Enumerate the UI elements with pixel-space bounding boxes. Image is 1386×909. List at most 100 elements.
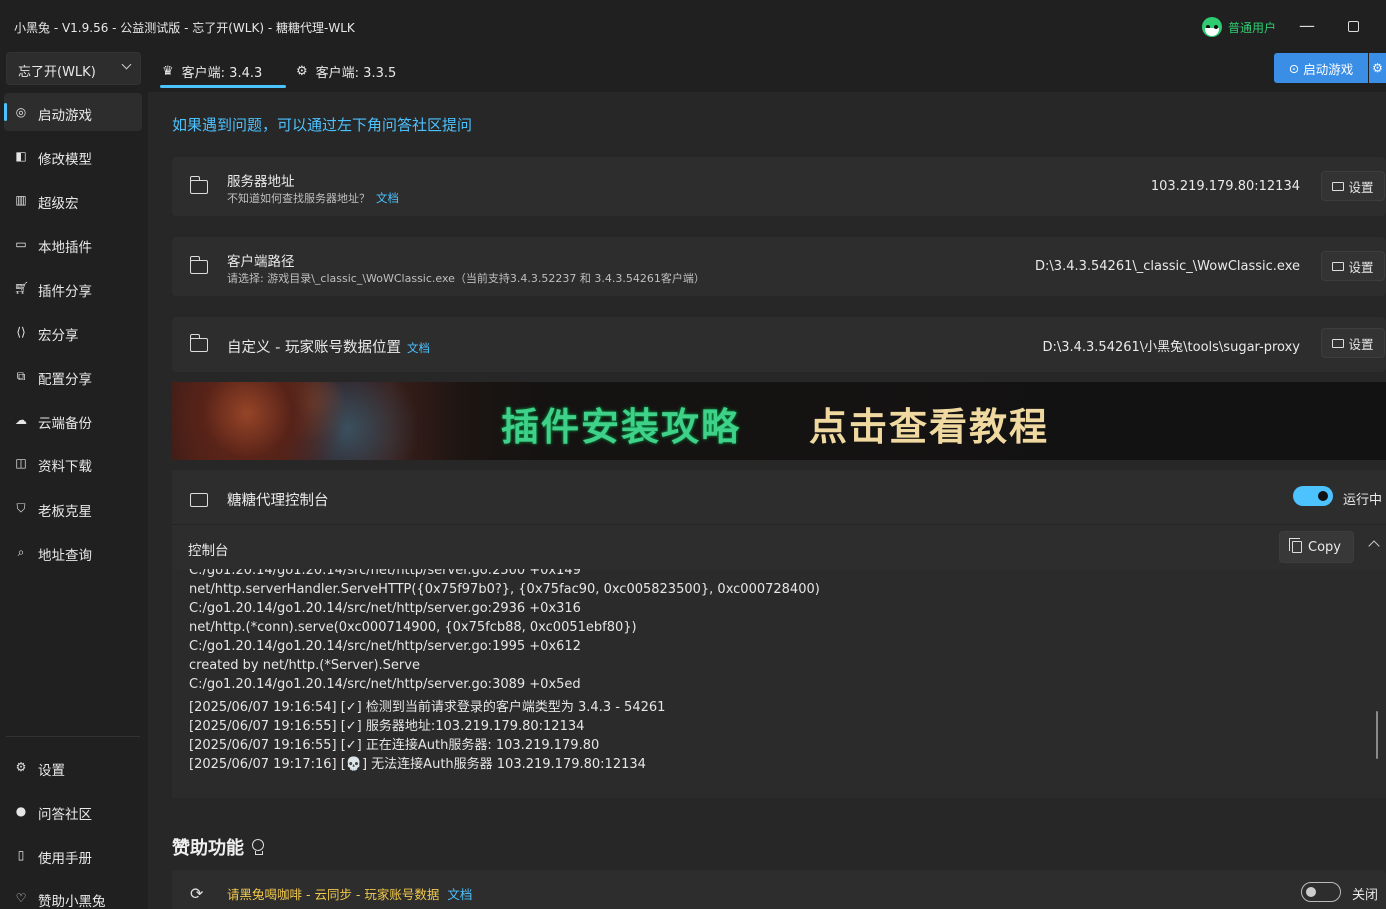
sidebar-item-label: 地址查询: [38, 548, 92, 564]
account-data-value: D:\3.4.3.54261\小黑兔\tools\sugar-proxy: [1042, 340, 1300, 355]
lightbulb-icon: [252, 839, 264, 855]
gear-icon: ⚙: [15, 760, 27, 774]
sidebar-item-label: 赞助小黑兔: [38, 894, 106, 909]
proxy-status: 运行中: [1343, 493, 1383, 508]
sidebar: 忘了开(WLK) ◎ 启动游戏 ◧ 修改模型 ▥ 超级宏 ▭ 本地插件 🛒︎ 插…: [0, 52, 148, 909]
sidebar-item-label: 本地插件: [38, 240, 92, 256]
active-tab-indicator: [160, 85, 286, 88]
search-icon: ⌕: [17, 545, 25, 559]
log-line: net/http.serverHandler.ServeHTTP({0x75f9…: [189, 582, 820, 597]
sidebar-item-boss-key[interactable]: ⛉ 老板克星: [4, 489, 142, 527]
sidebar-item-label: 云端备份: [38, 416, 92, 432]
console-scrollbar[interactable]: [1376, 711, 1378, 759]
sidebar-divider: [6, 736, 140, 737]
console-bar: 控制台 Copy: [172, 525, 1386, 569]
console-log[interactable]: C:/go1.20.14/go1.20.14/src/net/http/serv…: [172, 569, 1386, 798]
folder-icon: [190, 493, 208, 507]
account-data-card: 自定义 - 玩家账号数据位置 文档 D:\3.4.3.54261\小黑兔\tool…: [172, 317, 1386, 372]
start-options-button[interactable]: ⚙: [1369, 53, 1386, 83]
maximize-button[interactable]: [1341, 14, 1365, 38]
client-path-settings-button[interactable]: 设置: [1321, 251, 1385, 281]
folder-icon: [1332, 338, 1345, 348]
sidebar-item-config-share[interactable]: ⧉ 配置分享: [4, 357, 142, 395]
sidebar-item-addon-share[interactable]: 🛒︎ 插件分享: [4, 269, 142, 307]
sidebar-item-donate[interactable]: ♡ 赞助小黑兔: [4, 879, 142, 909]
user-label: 普通用户: [1228, 20, 1277, 35]
settings-label: 设置: [1348, 179, 1374, 195]
sidebar-item-label: 配置分享: [38, 372, 92, 388]
client-path-value: D:\3.4.3.54261\_classic_\WowClassic.exe: [1035, 259, 1300, 274]
title-bar: 小黑兔 - V1.9.56 - 公益测试版 - 忘了开(WLK) - 糖糖代理-…: [0, 0, 1386, 52]
sponsor-title-text: 赞助功能: [172, 838, 244, 859]
sidebar-item-downloads[interactable]: ◫ 资料下载: [4, 444, 142, 482]
sidebar-item-settings[interactable]: ⚙ 设置: [4, 748, 142, 786]
cart-icon: 🛒︎: [14, 281, 30, 295]
folder-icon: [189, 334, 208, 352]
server-address-card: 服务器地址 不知道如何查找服务器地址？ 文档 103.219.179.80:121…: [172, 157, 1386, 216]
sidebar-item-macro-share[interactable]: ⟨⟩ 宏分享: [4, 313, 142, 351]
tab-client-335[interactable]: ⚙ 客户端: 3.3.5: [296, 62, 396, 81]
log-line: [2025/06/07 19:16:55] [✓] 正在连接Auth服务器: 1…: [189, 738, 600, 753]
model-icon: ◧: [15, 149, 27, 163]
folder-icon: [1332, 181, 1345, 191]
server-doc-link[interactable]: 文档: [376, 191, 399, 205]
sidebar-item-super-macro[interactable]: ▥ 超级宏: [4, 181, 142, 219]
maximize-icon: [1347, 21, 1359, 32]
folder-icon: ▭: [15, 237, 27, 251]
account-data-doc-link[interactable]: 文档: [407, 341, 430, 355]
log-line: net/http.(*conn).serve(0xc000714900, {0x…: [189, 620, 637, 635]
sidebar-item-local-addons[interactable]: ▭ 本地插件: [4, 225, 142, 263]
client-path-title: 客户端路径: [227, 254, 295, 270]
gear-icon: ⚙: [296, 64, 308, 79]
sidebar-item-community[interactable]: ● 问答社区: [4, 792, 142, 830]
copy-label: Copy: [1308, 539, 1341, 555]
log-line: [2025/06/07 19:17:16] [💀] 无法连接Auth服务器 10…: [189, 757, 646, 772]
banner-right-text: 点击查看教程: [809, 405, 1050, 449]
client-path-card: 客户端路径 请选择: 游戏目录\_classic_\WoWClassic.exe…: [172, 237, 1386, 296]
minimize-button[interactable]: —: [1295, 14, 1319, 38]
settings-label: 设置: [1348, 259, 1374, 275]
sidebar-item-label: 设置: [38, 763, 65, 779]
sidebar-item-modify-model[interactable]: ◧ 修改模型: [4, 137, 142, 175]
launch-icon: ⊙: [1288, 60, 1300, 76]
cloud-sync-toggle[interactable]: [1301, 882, 1341, 902]
tab-client-343[interactable]: ♛ 客户端: 3.4.3: [162, 62, 262, 81]
start-game-button[interactable]: ⊙ 启动游戏: [1274, 53, 1368, 83]
copy-button[interactable]: Copy: [1279, 531, 1354, 563]
chevron-up-icon[interactable]: [1368, 540, 1380, 552]
tutorial-banner[interactable]: 插件安装攻略 点击查看教程: [172, 382, 1386, 460]
server-dropdown[interactable]: 忘了开(WLK): [6, 52, 141, 85]
log-line: C:/go1.20.14/go1.20.14/src/net/http/serv…: [189, 569, 581, 578]
sidebar-item-label: 老板克星: [38, 504, 92, 520]
server-address-title: 服务器地址: [227, 174, 295, 190]
banner-artwork: [172, 382, 422, 460]
user-badge[interactable]: 普通用户: [1202, 17, 1276, 37]
server-address-subtitle: 不知道如何查找服务器地址？ 文档: [227, 191, 399, 205]
account-data-settings-button[interactable]: 设置: [1321, 328, 1385, 358]
sidebar-item-label: 问答社区: [38, 807, 92, 823]
server-address-value: 103.219.179.80:12134: [1150, 179, 1300, 194]
server-dropdown-value: 忘了开(WLK): [18, 65, 96, 80]
server-settings-button[interactable]: 设置: [1321, 171, 1385, 201]
chevron-down-icon: [121, 59, 132, 70]
log-line: created by net/http.(*Server).Serve: [189, 658, 420, 673]
sponsor-doc-link[interactable]: 文档: [447, 887, 472, 902]
client-tabs: ♛ 客户端: 3.4.3 ⚙ 客户端: 3.3.5 ⊙ 启动游戏 ⚙: [148, 52, 1386, 92]
link-icon: ⧉: [16, 369, 26, 383]
cloud-icon: ☁︎: [15, 413, 27, 427]
main-panel: 如果遇到问题，可以通过左下角问答社区提问 服务器地址 不知道如何查找服务器地址？…: [148, 92, 1386, 909]
crown-icon: ♛: [162, 64, 174, 79]
sidebar-item-manual[interactable]: ▯ 使用手册: [4, 836, 142, 874]
sidebar-item-start-game[interactable]: ◎ 启动游戏: [4, 93, 142, 131]
avatar-icon: [1202, 17, 1222, 37]
folder-icon: [1332, 261, 1345, 271]
sidebar-item-label: 启动游戏: [38, 108, 92, 124]
gear-icon: ⚙: [1372, 61, 1383, 75]
code-icon: ⟨⟩: [16, 325, 26, 339]
target-icon: ◎: [15, 105, 27, 119]
sidebar-item-cloud-backup[interactable]: ☁︎ 云端备份: [4, 401, 142, 439]
proxy-toggle[interactable]: [1293, 486, 1333, 506]
sidebar-item-address-lookup[interactable]: ⌕ 地址查询: [4, 533, 142, 571]
log-line: [2025/06/07 19:16:54] [✓] 检测到当前请求登录的客户端类…: [189, 700, 666, 715]
window-title: 小黑兔 - V1.9.56 - 公益测试版 - 忘了开(WLK) - 糖糖代理-…: [14, 21, 355, 35]
